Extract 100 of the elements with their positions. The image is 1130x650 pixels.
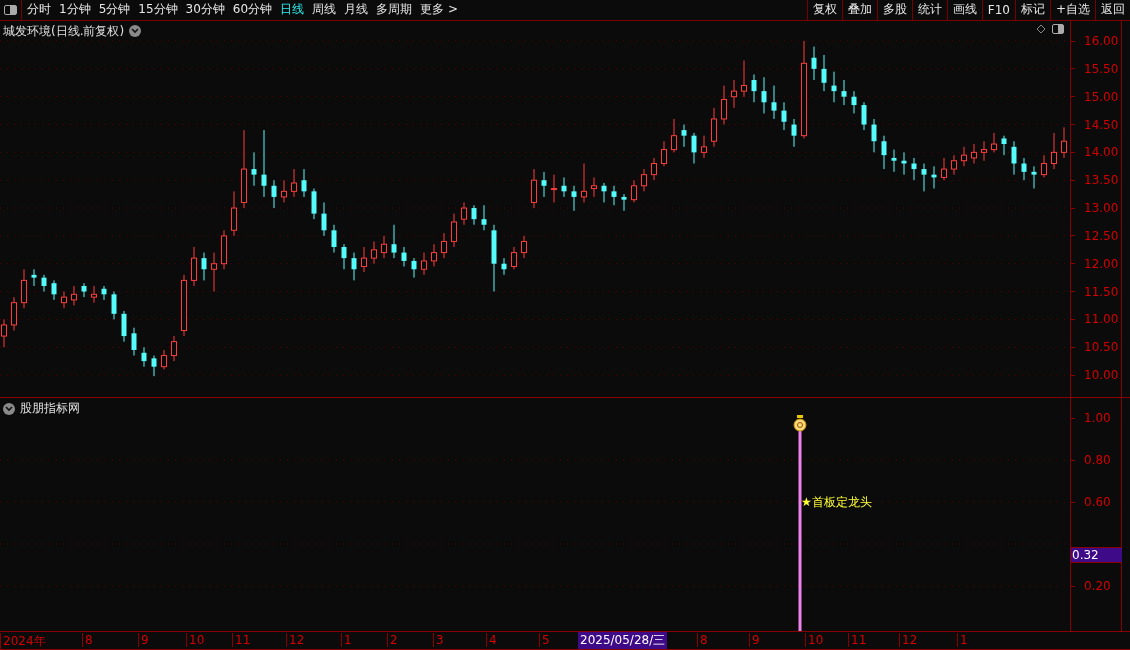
candle <box>841 79 847 106</box>
candle <box>61 291 67 309</box>
price-label: 12.00 <box>1084 256 1119 271</box>
candle <box>981 140 987 162</box>
candle <box>871 118 877 153</box>
toolbar-button[interactable]: 标记 <box>1014 0 1050 20</box>
period-tab[interactable]: 月线 <box>341 0 372 20</box>
candle <box>181 274 187 337</box>
candle <box>901 151 907 176</box>
candle <box>401 246 407 267</box>
period-tab[interactable]: 日线 <box>277 0 308 20</box>
candle <box>561 176 567 198</box>
candle <box>651 157 657 181</box>
price-label: 11.00 <box>1084 312 1119 327</box>
price-label: 15.00 <box>1084 89 1119 104</box>
candle <box>851 90 857 114</box>
candle <box>301 168 307 198</box>
period-tab[interactable]: 15分钟 <box>135 0 181 20</box>
period-tab[interactable]: 5分钟 <box>95 0 134 20</box>
month-label: 2 <box>387 633 398 648</box>
month-label: 8 <box>82 633 93 648</box>
toolbar-button[interactable]: 画线 <box>946 0 982 20</box>
period-tab[interactable]: 30分钟 <box>182 0 228 20</box>
candle <box>251 151 257 187</box>
cursor-value: 0.32 <box>1071 546 1122 563</box>
price-label: 13.50 <box>1084 173 1119 188</box>
candle <box>671 118 677 153</box>
candle <box>591 176 597 198</box>
candle <box>891 149 897 173</box>
candle <box>611 185 617 206</box>
price-label: 14.00 <box>1084 145 1119 160</box>
candle <box>881 135 887 170</box>
candle <box>811 46 817 81</box>
candle <box>261 129 267 198</box>
toolbar-button[interactable]: +自选 <box>1049 0 1095 20</box>
indicator-title: 股朋指标网 <box>20 400 80 418</box>
candle <box>441 232 447 259</box>
candle <box>781 101 787 131</box>
price-label: 12.50 <box>1084 228 1119 243</box>
candle <box>691 132 697 164</box>
toolbar-button[interactable]: F10 <box>981 0 1015 20</box>
candle <box>341 243 347 270</box>
toolbar-button[interactable]: 多股 <box>876 0 912 20</box>
candle <box>1041 154 1047 178</box>
dropdown-icon[interactable] <box>3 402 15 415</box>
toolbar-button[interactable]: 返回 <box>1095 0 1130 20</box>
month-label: 12 <box>286 633 305 648</box>
candle <box>291 168 297 198</box>
candle <box>131 327 137 357</box>
candle <box>1061 126 1067 159</box>
candle <box>1021 157 1027 181</box>
candle <box>141 346 147 368</box>
candle <box>971 143 977 164</box>
diamond-icon[interactable] <box>1036 23 1046 34</box>
month-label: 9 <box>138 633 149 648</box>
price-label: 10.50 <box>1084 340 1119 355</box>
candle <box>191 246 197 287</box>
toolbar-button[interactable]: 统计 <box>911 0 947 20</box>
month-label: 5 <box>539 633 550 648</box>
candle <box>731 79 737 109</box>
candle <box>551 174 557 203</box>
candle <box>111 291 117 320</box>
candle <box>81 282 87 298</box>
candle <box>41 274 47 292</box>
candle <box>941 157 947 181</box>
more-button[interactable]: 更多 > <box>417 0 461 20</box>
toolbar-button[interactable]: 叠加 <box>841 0 877 20</box>
price-label: 16.00 <box>1084 34 1119 48</box>
period-tab[interactable]: 1分钟 <box>56 0 94 20</box>
candle <box>831 71 837 103</box>
candle <box>1051 132 1057 170</box>
candle <box>721 85 727 125</box>
candle <box>1031 165 1037 190</box>
period-tab[interactable]: 分时 <box>24 0 54 20</box>
candle <box>121 310 127 343</box>
candle <box>511 246 517 270</box>
candle <box>1011 140 1017 176</box>
period-tab[interactable]: 60分钟 <box>229 0 276 20</box>
period-tab[interactable]: 周线 <box>309 0 340 20</box>
candle <box>531 168 537 209</box>
candle <box>821 54 827 92</box>
toolbar-button[interactable]: 复权 <box>806 0 842 20</box>
candle <box>581 163 587 203</box>
candle <box>541 171 547 198</box>
candle <box>631 179 637 203</box>
candle <box>641 168 647 192</box>
price-label: 13.00 <box>1084 201 1119 215</box>
price-label: 14.50 <box>1084 117 1119 132</box>
panel-toggle-icon[interactable] <box>1052 23 1064 34</box>
candle <box>91 285 97 304</box>
candle <box>711 107 717 148</box>
period-tab[interactable]: 多周期 <box>373 0 416 20</box>
candle <box>471 204 477 226</box>
candle <box>381 235 387 259</box>
candle <box>1001 135 1007 156</box>
candle <box>761 76 767 114</box>
candle <box>361 246 367 273</box>
dropdown-icon[interactable] <box>129 25 142 38</box>
candle <box>321 201 327 237</box>
candle <box>521 235 527 259</box>
